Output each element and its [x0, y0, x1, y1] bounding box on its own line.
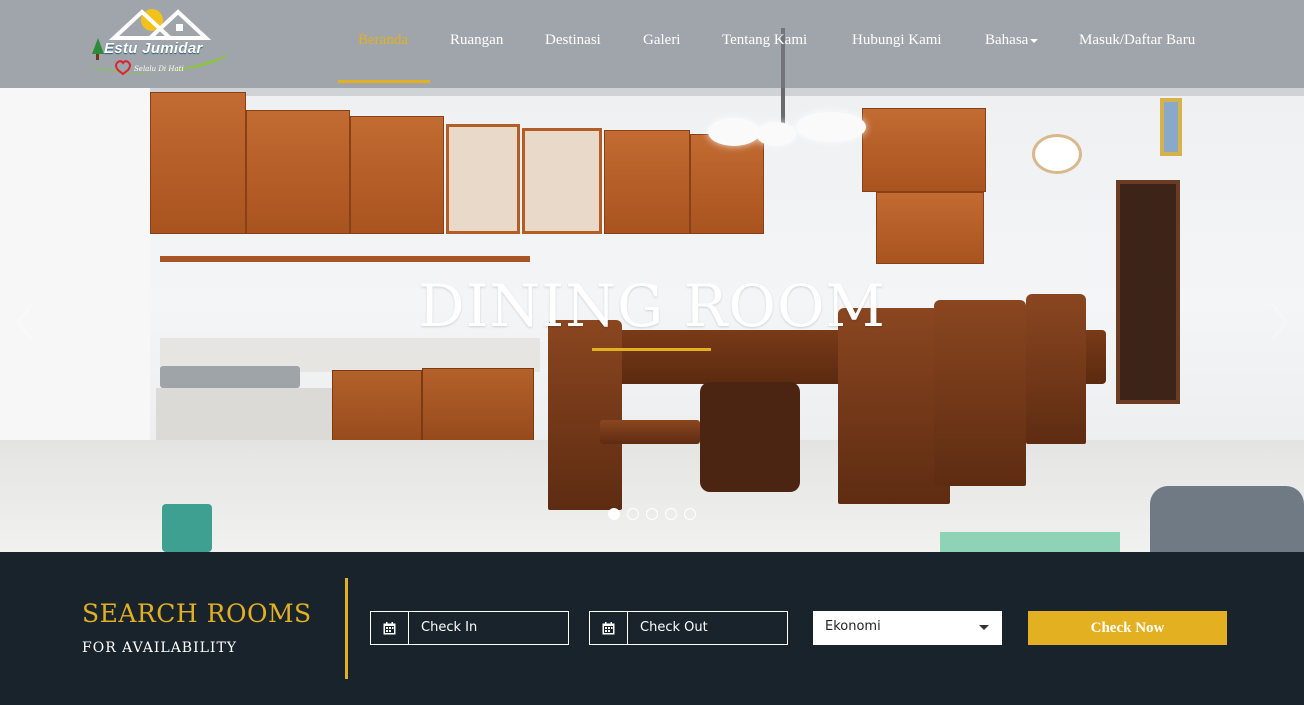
slider-dot[interactable] [627, 508, 639, 520]
sofa [1150, 486, 1304, 552]
search-divider [345, 578, 348, 679]
lamp-shade [708, 118, 760, 146]
nav-masuk-daftar[interactable]: Masuk/Daftar Baru [1079, 32, 1195, 49]
slider-dot[interactable] [665, 508, 677, 520]
wall-clock [1032, 134, 1082, 174]
sofa-cloth [940, 532, 1120, 552]
nav-bahasa[interactable]: Bahasa [985, 32, 1039, 49]
slider-dot[interactable] [646, 508, 658, 520]
next-slide-icon[interactable] [1268, 300, 1290, 344]
laundry-basket [162, 504, 212, 552]
spice-shelf [160, 256, 530, 262]
lamp-shade [756, 122, 796, 146]
hero-title-underline [592, 348, 711, 351]
search-title: SEARCH ROOMS [82, 599, 312, 628]
glass-cabinet [446, 124, 520, 234]
nav-tentang-kami[interactable]: Tentang Kami [722, 32, 807, 49]
table-base [700, 382, 800, 492]
caret-down-icon [979, 625, 989, 630]
brand-tagline: Selalu Di Hati [134, 65, 184, 73]
tall-cabinet [862, 108, 986, 192]
upper-cabinet [350, 116, 444, 234]
hero-title: DINING ROOM [418, 272, 886, 340]
upper-cabinet [246, 110, 350, 234]
room-type-select[interactable]: Ekonomi [813, 611, 1002, 645]
nav-destinasi[interactable]: Destinasi [545, 32, 601, 49]
calendar-icon [371, 612, 409, 644]
chair-seat [600, 420, 700, 444]
slider-dot[interactable] [684, 508, 696, 520]
wall-picture [1160, 98, 1182, 156]
glass-cabinet [522, 128, 602, 234]
room-type-value: Ekonomi [825, 619, 881, 634]
upper-cabinet [690, 134, 764, 234]
calendar-icon [590, 612, 628, 644]
upper-cabinet [150, 92, 246, 234]
lamp-shade [796, 112, 866, 142]
sink [160, 366, 300, 388]
slider-dots [608, 508, 696, 520]
upper-cabinet [604, 130, 690, 234]
nav-ruangan[interactable]: Ruangan [450, 32, 503, 49]
active-nav-indicator [338, 80, 430, 83]
main-nav: Beranda Ruangan Destinasi Galeri Tentang… [0, 32, 1304, 52]
check-in-placeholder: Check In [421, 620, 478, 635]
nav-hubungi-kami[interactable]: Hubungi Kami [852, 32, 942, 49]
search-subtitle: FOR AVAILABILITY [82, 640, 238, 656]
search-rooms-bar: SEARCH ROOMS FOR AVAILABILITY Check In C… [0, 552, 1304, 705]
slider-dot[interactable] [608, 508, 620, 520]
check-in-field[interactable]: Check In [370, 611, 569, 645]
check-now-button[interactable]: Check Now [1028, 611, 1227, 645]
nav-beranda[interactable]: Beranda [358, 32, 408, 49]
tall-cabinet [876, 192, 984, 264]
prev-slide-icon[interactable] [14, 300, 36, 344]
check-out-placeholder: Check Out [640, 620, 708, 635]
lower-cabinet [422, 368, 534, 450]
nav-galeri[interactable]: Galeri [643, 32, 680, 49]
nav-bahasa-label: Bahasa [985, 32, 1029, 48]
check-out-field[interactable]: Check Out [589, 611, 788, 645]
caret-down-icon [1030, 38, 1039, 43]
